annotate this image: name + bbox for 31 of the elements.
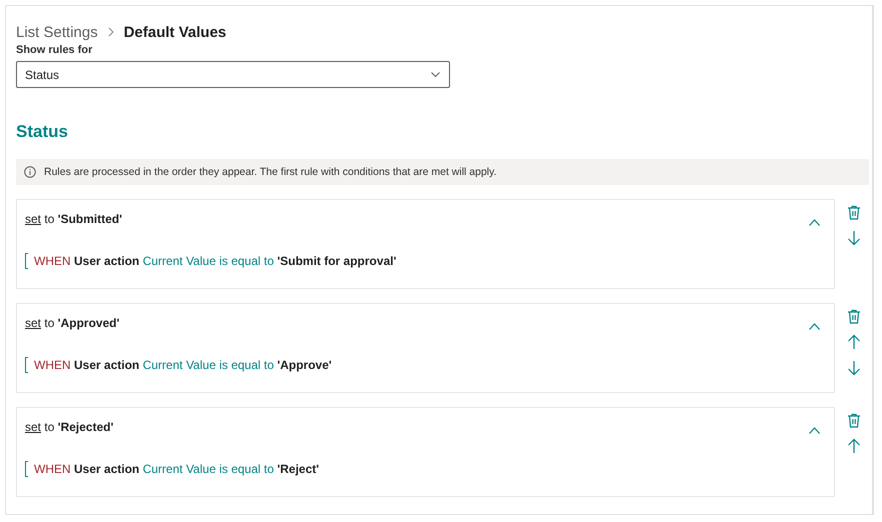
set-link[interactable]: set	[25, 420, 42, 434]
breadcrumb-current: Default Values	[124, 24, 226, 40]
bracket-icon	[25, 253, 28, 269]
rule-action-text: set to 'Submitted'	[25, 212, 122, 226]
chevron-right-icon	[108, 27, 114, 37]
rule-action-text: set to 'Rejected'	[25, 420, 114, 434]
trash-icon[interactable]	[847, 413, 861, 428]
bracket-icon	[25, 357, 28, 373]
arrow-down-icon[interactable]	[847, 360, 861, 376]
condition-text: WHEN User action Current Value is equal to 'Approve'	[34, 358, 332, 372]
field-label: Show rules for	[16, 43, 94, 57]
chevron-up-icon[interactable]	[809, 219, 820, 226]
set-link[interactable]: set	[25, 212, 42, 226]
condition-text: WHEN User action Current Value is equal to 'Submit for approval'	[34, 254, 396, 268]
condition-text: WHEN User action Current Value is equal to 'Reject'	[34, 462, 319, 476]
trash-icon[interactable]	[847, 309, 861, 324]
chevron-up-icon[interactable]	[809, 427, 820, 434]
breadcrumb-link[interactable]: List Settings	[16, 24, 98, 40]
trash-icon[interactable]	[847, 205, 861, 220]
info-message: Rules are processed in the order they appear. The first rule with conditions that are met will apply.	[44, 166, 497, 178]
chevron-down-icon	[431, 72, 440, 77]
arrow-up-icon[interactable]	[847, 334, 861, 350]
arrow-up-icon[interactable]	[847, 438, 861, 454]
rule-action-text: set to 'Approved'	[25, 316, 120, 330]
bracket-icon	[25, 461, 28, 477]
dropdown[interactable]: Status	[16, 61, 450, 88]
set-link[interactable]: set	[25, 316, 42, 330]
arrow-down-icon[interactable]	[847, 230, 861, 246]
info-icon	[24, 166, 36, 178]
chevron-up-icon[interactable]	[809, 323, 820, 330]
section-title: Status	[16, 122, 69, 143]
